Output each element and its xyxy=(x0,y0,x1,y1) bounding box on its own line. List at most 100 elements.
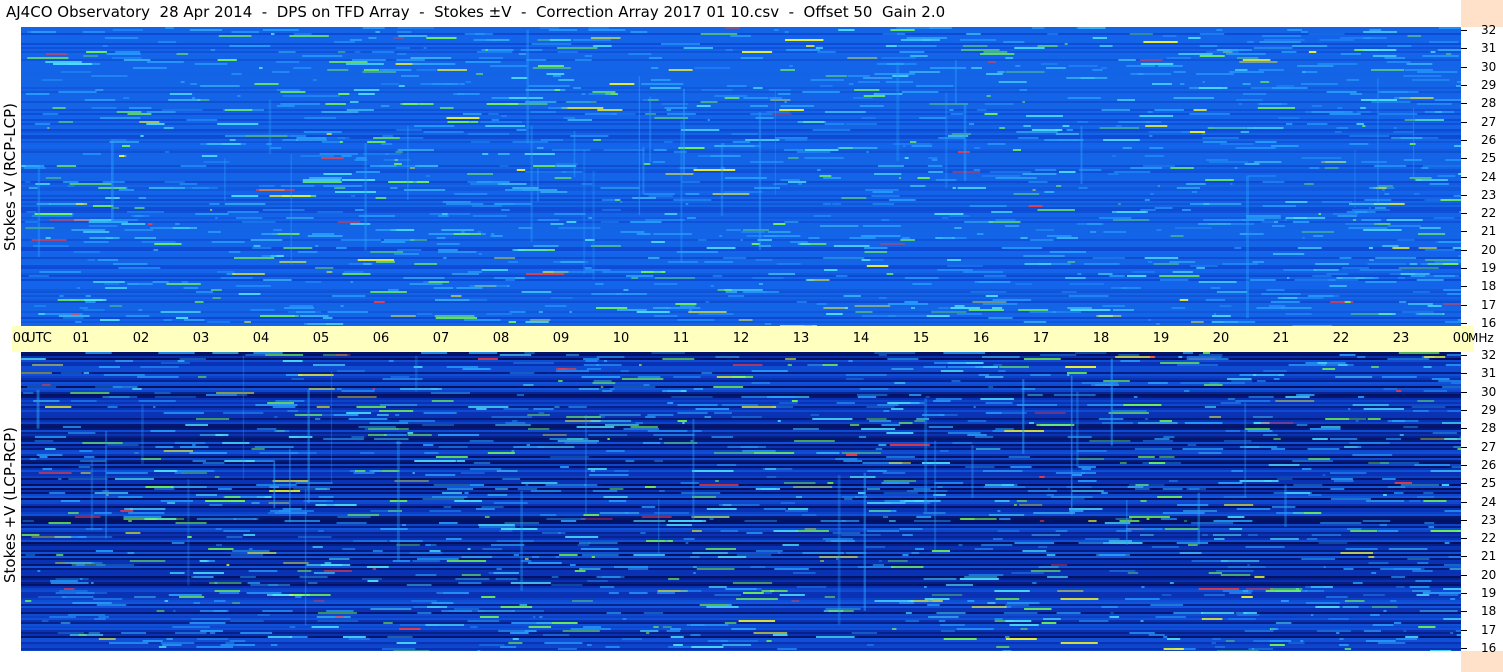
spectrogram-signal xyxy=(1424,522,1435,524)
spectrogram-signal xyxy=(1247,430,1273,432)
spectrogram-signal xyxy=(83,231,110,233)
spectrogram-signal xyxy=(58,91,97,93)
spectrogram-signal xyxy=(587,644,592,646)
spectrogram-signal xyxy=(1005,604,1030,606)
spectrogram-signal xyxy=(513,446,545,448)
spectrogram-signal xyxy=(606,450,625,452)
spectrogram-signal xyxy=(346,412,371,414)
spectrogram-signal xyxy=(540,191,568,193)
spectrogram-signal xyxy=(368,37,377,39)
spectrogram-vertical-streak xyxy=(307,389,310,504)
spectrogram-stripe xyxy=(21,119,1461,121)
spectrogram-signal xyxy=(992,307,1003,309)
spectrogram-signal xyxy=(542,434,567,436)
spectrogram-signal xyxy=(28,187,38,189)
spectrogram-signal xyxy=(667,402,672,404)
spectrogram-signal xyxy=(609,488,624,490)
spectrogram-signal xyxy=(193,576,214,578)
spectrogram-signal xyxy=(1219,305,1232,307)
spectrogram-signal xyxy=(333,414,359,416)
spectrogram-signal xyxy=(106,472,148,474)
spectrogram-signal xyxy=(1198,588,1240,590)
spectrogram-signal xyxy=(1313,235,1324,237)
spectrogram-signal xyxy=(247,582,260,584)
spectrogram-signal xyxy=(974,147,980,149)
spectrogram-signal xyxy=(250,239,283,241)
spectrogram-signal xyxy=(1029,311,1057,313)
spectrogram-signal xyxy=(1287,277,1290,279)
spectrogram-signal xyxy=(1112,211,1148,213)
spectrogram-signal xyxy=(214,476,220,478)
spectrogram-signal xyxy=(774,568,809,570)
spectrogram-signal xyxy=(1024,608,1052,610)
spectrogram-signal xyxy=(446,560,487,562)
spectrogram-signal xyxy=(71,313,79,315)
spectrogram-signal xyxy=(1263,434,1278,436)
spectrogram-stripe xyxy=(21,159,1461,161)
spectrogram-signal xyxy=(421,352,448,354)
spectrogram-signal xyxy=(1170,167,1194,169)
spectrogram-stripe xyxy=(21,43,1461,45)
spectrogram-signal xyxy=(397,149,434,151)
spectrogram-signal xyxy=(1362,125,1366,127)
spectrogram-signal xyxy=(651,241,665,243)
spectrogram-signal xyxy=(1417,400,1435,402)
spectrogram-signal xyxy=(268,502,290,504)
spectrogram-signal xyxy=(560,466,569,468)
spectrogram-signal xyxy=(1329,285,1347,287)
spectrogram-signal xyxy=(1148,634,1165,636)
spectrogram-signal xyxy=(639,364,642,366)
spectrogram-signal xyxy=(376,261,395,263)
spectrogram-vertical-streak xyxy=(573,130,576,178)
spectrogram-signal xyxy=(57,632,84,634)
spectrogram-signal xyxy=(21,358,46,360)
spectrogram-signal xyxy=(878,354,887,356)
spectrogram-signal xyxy=(981,175,1021,177)
spectrogram-signal xyxy=(68,432,96,434)
spectrogram-signal xyxy=(276,89,301,91)
spectrogram-signal xyxy=(673,644,683,646)
spectrogram-signal xyxy=(461,231,465,233)
spectrogram-signal xyxy=(388,360,394,362)
spectrogram-signal xyxy=(1317,362,1328,364)
spectrogram-signal xyxy=(1234,167,1238,169)
spectrogram-signal xyxy=(1324,167,1339,169)
spectrogram-signal xyxy=(1140,59,1163,61)
spectrogram-signal xyxy=(884,500,905,502)
spectrogram-signal xyxy=(374,438,409,440)
spectrogram-signal xyxy=(341,155,352,157)
spectrogram-signal xyxy=(613,386,656,388)
spectrogram-signal xyxy=(436,243,460,245)
spectrogram-signal xyxy=(788,157,799,159)
spectrogram-signal xyxy=(1441,484,1450,486)
spectrogram-signal xyxy=(478,253,482,255)
spectrogram-signal xyxy=(289,35,329,37)
spectrogram-signal xyxy=(485,125,525,127)
spectrogram-signal xyxy=(1377,530,1399,532)
spectrogram-signal xyxy=(738,319,753,321)
spectrogram-stripe xyxy=(21,396,1461,398)
spectrogram-signal xyxy=(881,482,910,484)
spectrogram-signal xyxy=(1319,39,1354,41)
spectrogram-signal xyxy=(1163,648,1184,650)
spectrogram-stripe xyxy=(21,227,1461,229)
spectrogram-signal xyxy=(351,195,356,197)
spectrogram-signal xyxy=(731,416,762,418)
spectrogram-signal xyxy=(1415,313,1443,315)
spectrogram-signal xyxy=(1247,534,1258,536)
spectrogram-signal xyxy=(950,307,980,309)
spectrogram-signal xyxy=(716,464,737,466)
spectrogram-signal xyxy=(48,522,71,524)
spectrogram-signal xyxy=(1129,33,1153,35)
spectrogram-signal xyxy=(1383,494,1387,496)
spectrogram-signal xyxy=(1450,598,1456,600)
spectrogram-signal xyxy=(523,384,534,386)
spectrogram-signal xyxy=(1449,568,1461,570)
spectrogram-signal xyxy=(557,51,578,53)
spectrogram-vertical-streak xyxy=(638,76,641,215)
spectrogram-signal xyxy=(350,281,354,283)
spectrogram-stripe xyxy=(21,522,1461,524)
spectrogram-vertical-streak xyxy=(396,440,400,561)
spectrogram-signal xyxy=(1130,73,1171,75)
frequency-tick-label: 16 xyxy=(1481,316,1497,330)
